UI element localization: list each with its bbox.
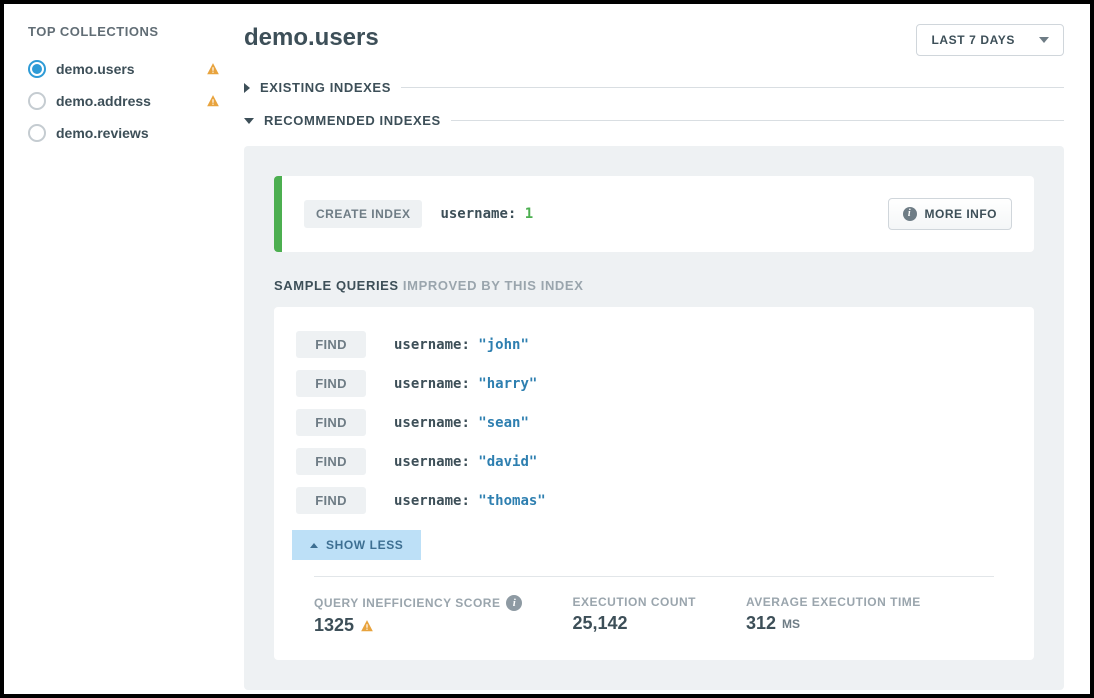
sidebar-item-label: demo.users	[56, 61, 196, 77]
show-less-button[interactable]: SHOW LESS	[292, 530, 421, 560]
warning-icon	[206, 94, 220, 108]
find-chip: FIND	[296, 487, 366, 514]
avg-time-value: 312	[746, 613, 776, 634]
create-index-chip: CREATE INDEX	[304, 200, 422, 228]
main-panel: demo.users LAST 7 DAYS EXISTING INDEXES …	[234, 4, 1090, 694]
sample-queries-card: FIND username: "john" FIND username: "harry…	[274, 307, 1034, 660]
query-expression: username: "david"	[394, 454, 537, 470]
sidebar-item-demo-reviews[interactable]: demo.reviews	[28, 117, 220, 149]
sidebar-item-demo-address[interactable]: demo.address	[28, 85, 220, 117]
radio-icon	[28, 124, 46, 142]
query-row: FIND username: "david"	[296, 442, 1012, 481]
sidebar-item-demo-users[interactable]: demo.users	[28, 53, 220, 85]
inefficiency-value: 1325	[314, 615, 354, 636]
sidebar: TOP COLLECTIONS demo.users demo.address de…	[4, 4, 234, 694]
sidebar-title: TOP COLLECTIONS	[28, 24, 220, 39]
page-title: demo.users	[244, 24, 379, 52]
query-expression: username: "sean"	[394, 415, 529, 431]
recommended-indexes-section-header[interactable]: RECOMMENDED INDEXES	[244, 113, 1064, 128]
radio-icon	[28, 60, 46, 78]
show-less-label: SHOW LESS	[326, 538, 403, 552]
find-chip: FIND	[296, 331, 366, 358]
find-chip: FIND	[296, 409, 366, 436]
warning-icon	[206, 62, 220, 76]
create-index-spec: username: 1	[440, 206, 533, 222]
inefficiency-label: QUERY INEFFICIENCY SCORE	[314, 596, 500, 610]
chevron-down-icon	[1039, 37, 1049, 43]
avg-time-unit: MS	[782, 617, 800, 631]
query-expression: username: "thomas"	[394, 493, 546, 509]
date-range-label: LAST 7 DAYS	[931, 33, 1015, 47]
recommended-panel: CREATE INDEX username: 1 i MORE INFO SAM…	[244, 146, 1064, 690]
caret-up-icon	[310, 543, 318, 548]
info-icon: i	[903, 207, 917, 221]
query-row: FIND username: "john"	[296, 325, 1012, 364]
query-row: FIND username: "thomas"	[296, 481, 1012, 520]
stat-inefficiency: QUERY INEFFICIENCY SCORE i 1325	[314, 595, 522, 636]
stat-avg-time: AVERAGE EXECUTION TIME 312 MS	[746, 595, 921, 636]
date-range-select[interactable]: LAST 7 DAYS	[916, 24, 1064, 56]
divider	[401, 87, 1064, 88]
query-row: FIND username: "harry"	[296, 364, 1012, 403]
warning-icon	[360, 619, 374, 633]
recommended-indexes-label: RECOMMENDED INDEXES	[264, 113, 441, 128]
find-chip: FIND	[296, 448, 366, 475]
info-icon[interactable]: i	[506, 595, 522, 611]
exec-count-label: EXECUTION COUNT	[572, 595, 696, 609]
sidebar-item-label: demo.reviews	[56, 125, 220, 141]
more-info-label: MORE INFO	[925, 207, 998, 221]
sidebar-item-label: demo.address	[56, 93, 196, 109]
query-expression: username: "john"	[394, 337, 529, 353]
stats-row: QUERY INEFFICIENCY SCORE i 1325 EXECUTIO…	[314, 576, 994, 660]
radio-icon	[28, 92, 46, 110]
query-expression: username: "harry"	[394, 376, 537, 392]
sample-queries-header: SAMPLE QUERIES IMPROVED BY THIS INDEX	[274, 278, 1034, 293]
more-info-button[interactable]: i MORE INFO	[888, 198, 1013, 230]
stat-execution-count: EXECUTION COUNT 25,142	[572, 595, 696, 636]
caret-down-icon	[244, 118, 254, 124]
exec-count-value: 25,142	[572, 613, 696, 634]
existing-indexes-label: EXISTING INDEXES	[260, 80, 391, 95]
avg-time-label: AVERAGE EXECUTION TIME	[746, 595, 921, 609]
existing-indexes-section-header[interactable]: EXISTING INDEXES	[244, 80, 1064, 95]
find-chip: FIND	[296, 370, 366, 397]
caret-right-icon	[244, 83, 250, 93]
divider	[451, 120, 1064, 121]
create-index-card: CREATE INDEX username: 1 i MORE INFO	[274, 176, 1034, 252]
query-row: FIND username: "sean"	[296, 403, 1012, 442]
